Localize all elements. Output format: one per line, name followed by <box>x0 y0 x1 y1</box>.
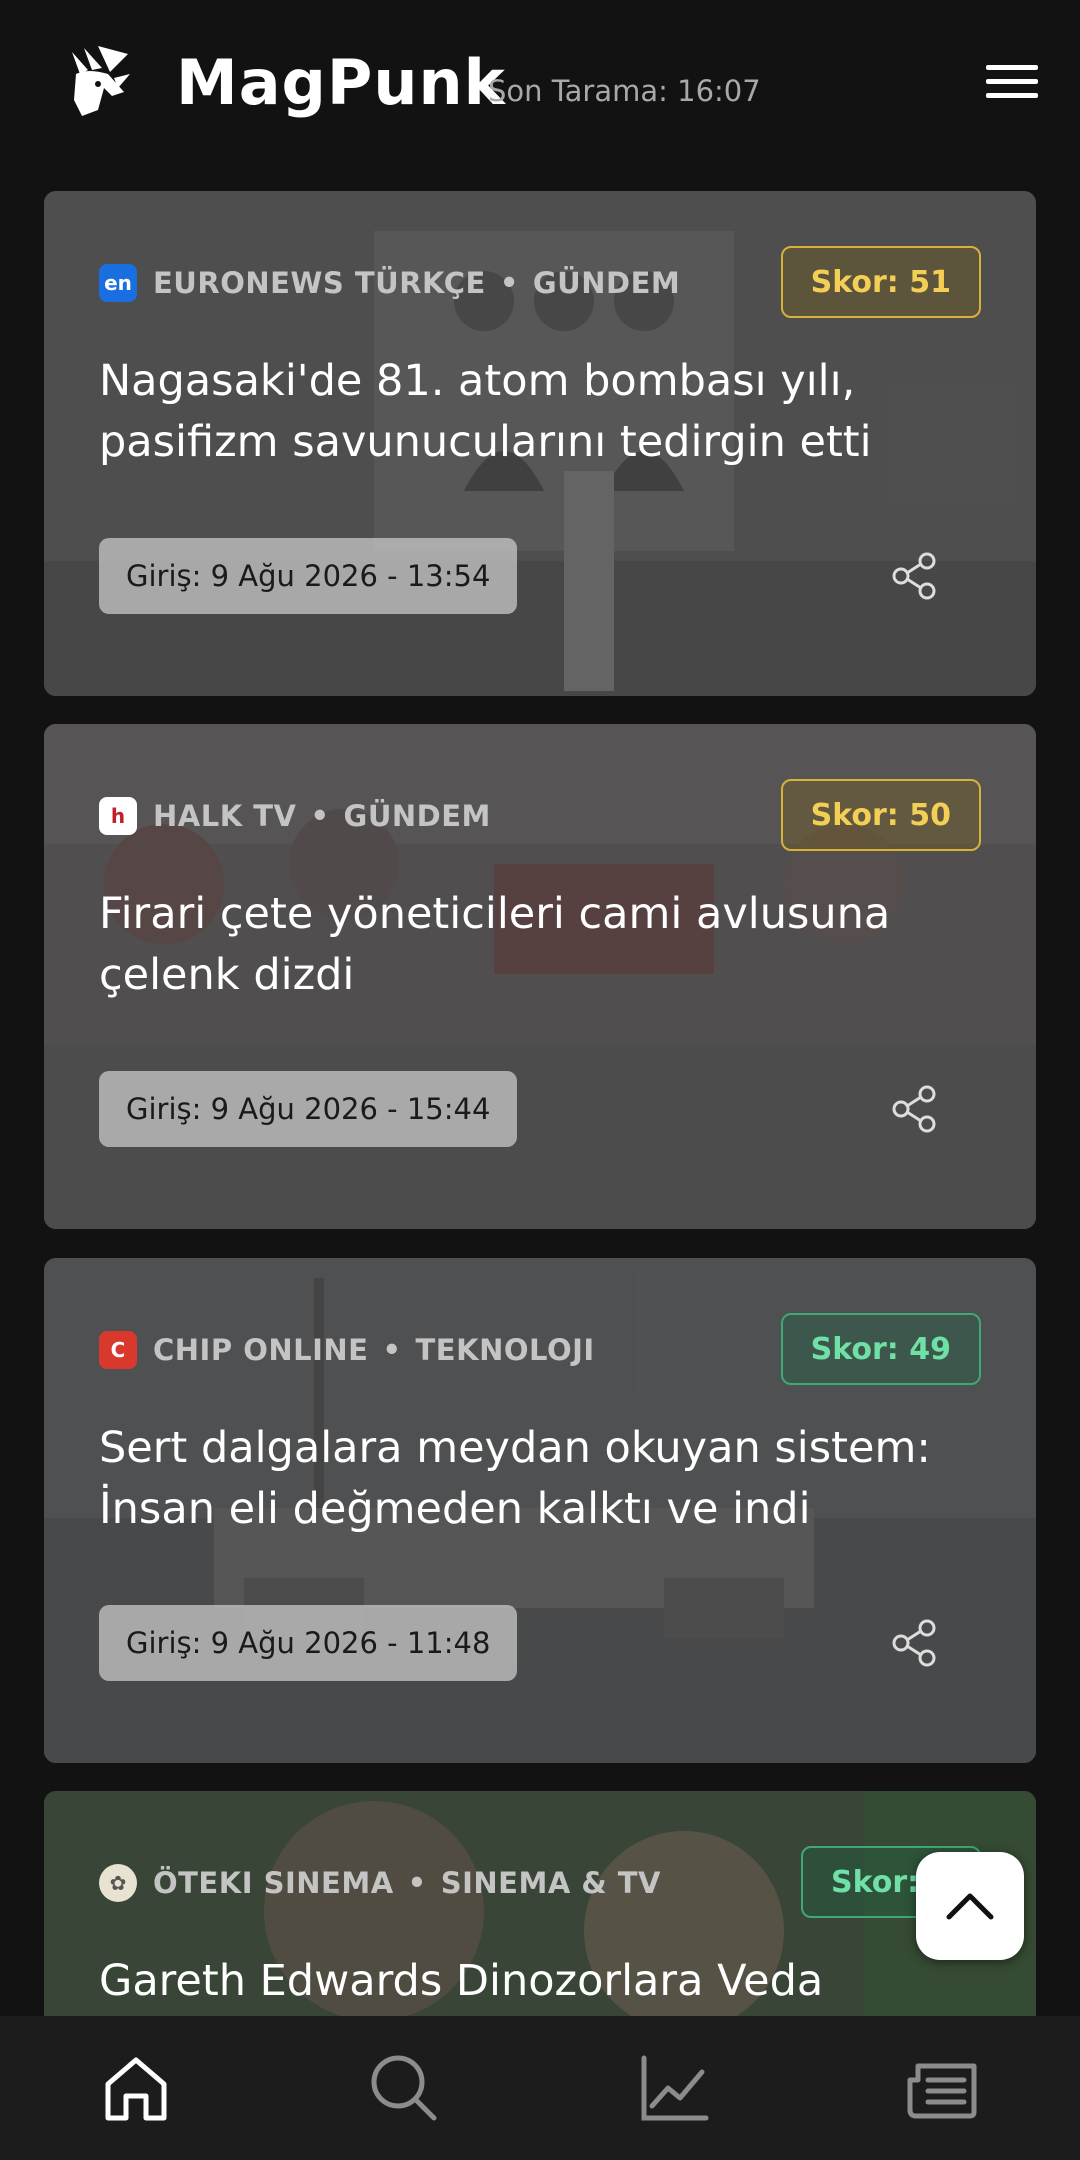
bottom-nav <box>0 2016 1080 2160</box>
source-name: ÖTEKI SINEMA <box>153 1866 394 1900</box>
trending-chart-icon[interactable] <box>638 2052 710 2124</box>
app-header: MagPunk Son Tarama: 16:07 <box>0 0 1080 170</box>
chevron-up-icon <box>946 1893 994 1920</box>
date-pill: Giriş: 9 Ağu 2026 - 13:54 <box>99 538 518 614</box>
date-pill: Giriş: 9 Ağu 2026 - 15:44 <box>99 1071 518 1147</box>
hamburger-menu-icon[interactable] <box>986 62 1038 102</box>
source-row: en EURONEWS TÜRKÇE • GÜNDEM <box>99 263 680 303</box>
source-row: ✿ ÖTEKI SINEMA • SINEMA & TV <box>99 1863 661 1903</box>
article-headline[interactable]: Firari çete yöneticileri cami avlusuna ç… <box>99 884 979 1006</box>
source-name: HALK TV <box>153 799 297 833</box>
source-row: C CHIP ONLINE • TEKNOLOJI <box>99 1330 595 1370</box>
article-card[interactable]: h HALK TV • GÜNDEM Skor: 50 Firari çete … <box>44 724 1036 1229</box>
score-badge: Skor: 51 <box>780 246 981 318</box>
oteki-sinema-icon: ✿ <box>99 1864 137 1902</box>
last-scan-time: Son Tarama: 16:07 <box>488 74 761 108</box>
score-badge: Skor: 49 <box>780 1313 981 1385</box>
chip-icon: C <box>99 1331 137 1369</box>
news-feed-icon[interactable] <box>906 2052 978 2124</box>
goat-logo-icon[interactable] <box>58 44 134 120</box>
scroll-to-top-button[interactable] <box>916 1852 1024 1960</box>
category-label: GÜNDEM <box>532 266 681 300</box>
date-pill: Giriş: 9 Ağu 2026 - 11:48 <box>99 1605 518 1681</box>
category-label: TEKNOLOJI <box>415 1333 595 1367</box>
halktv-icon: h <box>99 797 137 835</box>
app-title: MagPunk <box>176 46 506 119</box>
home-icon[interactable] <box>100 2052 172 2124</box>
euronews-icon: en <box>99 264 137 302</box>
article-headline[interactable]: Nagasaki'de 81. atom bombası yılı, pasif… <box>99 351 979 473</box>
source-row: h HALK TV • GÜNDEM <box>99 796 491 836</box>
share-icon[interactable] <box>889 551 939 601</box>
category-label: SINEMA & TV <box>440 1866 661 1900</box>
search-icon[interactable] <box>368 2052 440 2124</box>
article-card[interactable]: C CHIP ONLINE • TEKNOLOJI Skor: 49 Sert … <box>44 1258 1036 1763</box>
score-badge: Skor: 50 <box>780 779 981 851</box>
source-name: CHIP ONLINE <box>153 1333 369 1367</box>
article-card[interactable]: ✿ ÖTEKI SINEMA • SINEMA & TV Skor: Garet… <box>44 1791 1036 2016</box>
source-name: EURONEWS TÜRKÇE <box>153 266 486 300</box>
share-icon[interactable] <box>889 1618 939 1668</box>
article-card[interactable]: en EURONEWS TÜRKÇE • GÜNDEM Skor: 51 Nag… <box>44 191 1036 696</box>
article-headline[interactable]: Gareth Edwards Dinozorlara Veda Ediyor! <box>99 1951 979 2016</box>
share-icon[interactable] <box>889 1084 939 1134</box>
article-headline[interactable]: Sert dalgalara meydan okuyan sistem: İns… <box>99 1418 979 1540</box>
category-label: GÜNDEM <box>343 799 491 833</box>
